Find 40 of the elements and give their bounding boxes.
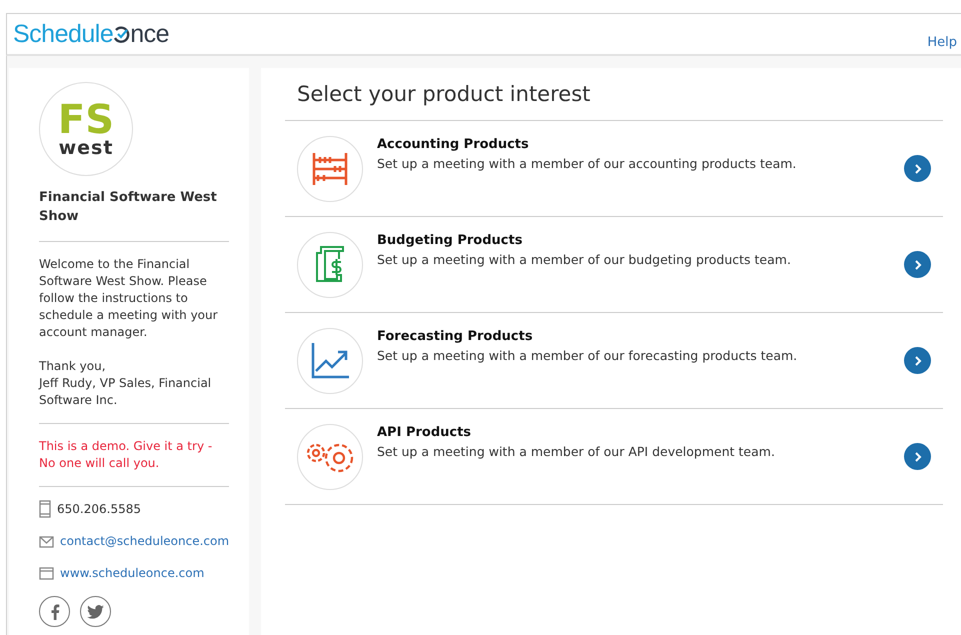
chevron-right-icon — [912, 162, 922, 174]
logo-text: nce — [130, 20, 170, 48]
logo-text: west — [58, 139, 114, 157]
next-button[interactable] — [904, 155, 931, 182]
event-title: Financial Software West Show — [39, 188, 229, 242]
facebook-icon — [50, 604, 60, 620]
check-circle-logo-icon — [113, 24, 130, 44]
chevron-right-icon — [912, 450, 922, 462]
welcome-text: Welcome to the Financial Software West Show. Please follow the instructions to schedule a meeting with your account manager. — [39, 256, 219, 341]
twitter-button[interactable] — [80, 596, 111, 627]
chevron-right-icon — [912, 354, 922, 366]
abacus-icon — [312, 153, 348, 185]
browser-window-icon — [39, 567, 54, 580]
next-button[interactable] — [904, 251, 931, 278]
product-name: Budgeting Products — [377, 233, 524, 248]
product-name: API Products — [377, 425, 472, 440]
logo-text: Schedule — [13, 20, 114, 48]
bird-icon — [87, 604, 104, 618]
product-description: Set up a meeting with a member of our accounting products team. — [377, 156, 798, 171]
page-title: Select your product interest — [285, 82, 943, 121]
website-link[interactable]: www.scheduleonce.com — [60, 565, 204, 582]
facebook-button[interactable] — [39, 596, 70, 627]
demo-notice: This is a demo. Give it a try - No one will call you. — [39, 438, 229, 487]
chevron-right-icon — [912, 258, 922, 270]
phone-icon — [39, 500, 51, 518]
product-description: Set up a meeting with a member of our budgeting products team. — [377, 252, 792, 267]
line-chart-icon — [311, 343, 349, 379]
signature-text: Thank you, Jeff Rudy, VP Sales, Financial Software Inc. — [39, 358, 212, 409]
mail-icon — [39, 536, 54, 548]
product-name: Accounting Products — [377, 137, 530, 152]
phone-number: 650.206.5585 — [57, 500, 141, 518]
product-description: Set up a meeting with a member of our forecasting products team. — [377, 348, 798, 363]
product-name: Forecasting Products — [377, 329, 534, 344]
email-link[interactable]: contact@scheduleonce.com — [60, 533, 230, 550]
product-description: Set up a meeting with a member of our API development team. — [377, 444, 776, 459]
logo-text: FS — [58, 101, 114, 139]
next-button[interactable] — [904, 347, 931, 374]
clamp-dollar-icon — [313, 245, 347, 285]
next-button[interactable] — [904, 443, 931, 470]
help-link[interactable]: Help — [927, 34, 957, 50]
